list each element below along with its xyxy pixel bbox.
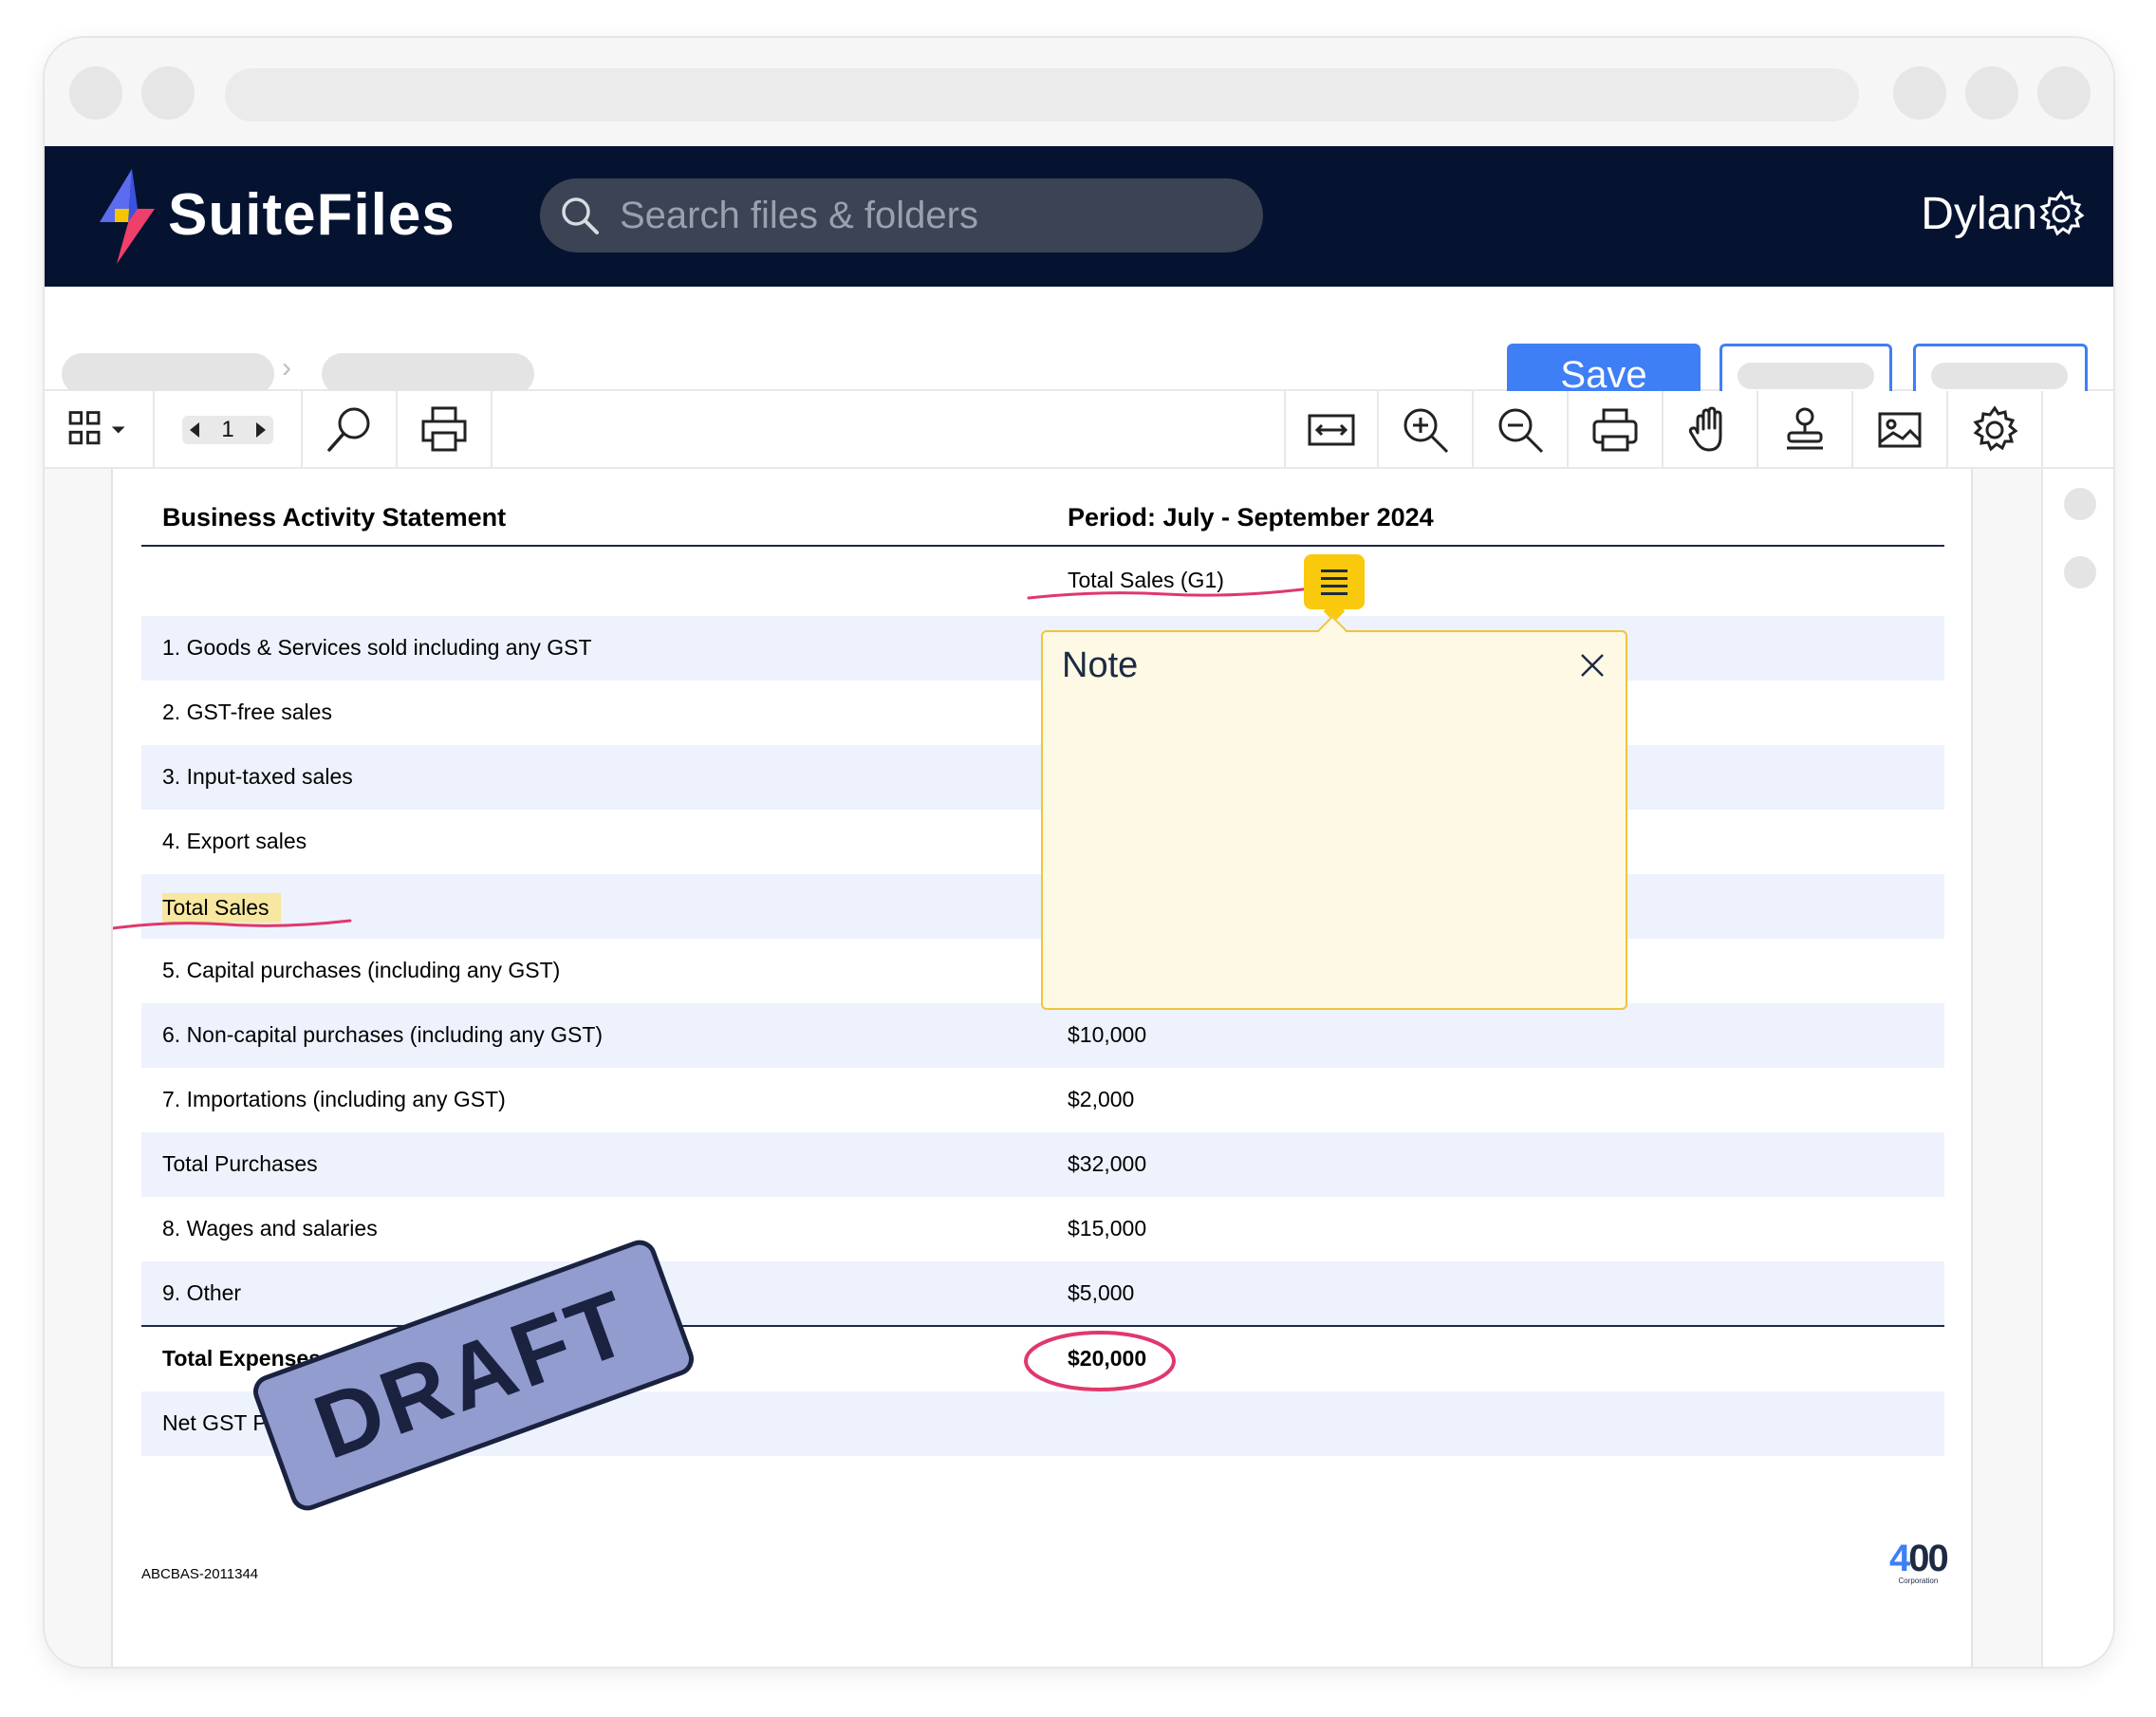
address-bar[interactable] (225, 68, 1859, 121)
row-label: 1. Goods & Services sold including any G… (162, 635, 592, 660)
zoom-out-button[interactable] (1474, 391, 1569, 469)
search-input[interactable]: Search files & folders (620, 195, 978, 237)
viewer-toolbar: 1 (45, 391, 2113, 469)
row-value: $20,000 (1068, 1346, 1147, 1371)
previous-page-icon[interactable] (190, 422, 199, 438)
corporation-logo: 400 Corporation (1889, 1538, 1949, 1585)
fit-width-icon (1308, 414, 1355, 446)
search-bar[interactable]: Search files & folders (540, 178, 1263, 252)
row-label: 4. Export sales (162, 829, 307, 853)
note-title: Note (1062, 645, 1139, 685)
grid-view-icon (68, 411, 125, 445)
search-icon (562, 197, 599, 234)
page-number-input[interactable]: 1 (199, 417, 256, 443)
row-label: 6. Non-capital purchases (including any … (162, 1022, 604, 1047)
viewer-settings-button[interactable] (1948, 391, 2043, 469)
stamp-tool-button[interactable] (1758, 391, 1853, 469)
sidebar-panel-button[interactable] (2064, 556, 2096, 588)
document-viewer[interactable]: Business Activity Statement Period: July… (45, 469, 2113, 1667)
browser-action-dot[interactable] (1893, 66, 1946, 120)
row-label: Total Purchases (162, 1151, 318, 1176)
table-row: 6. Non-capital purchases (including any … (141, 1003, 1944, 1068)
sidebar-panel-button[interactable] (2064, 488, 2096, 520)
table-row: 8. Wages and salaries $15,000 (141, 1197, 1944, 1261)
row-label: 3. Input-taxed sales (162, 764, 353, 789)
browser-chrome (45, 38, 2113, 146)
user-name[interactable]: Dylan (1921, 188, 2037, 240)
pan-tool-button[interactable] (1663, 391, 1758, 469)
row-value: $32,000 (1068, 1151, 1147, 1176)
row-value: $10,000 (1068, 1022, 1147, 1047)
row-value: $15,000 (1068, 1216, 1147, 1241)
suitefiles-logo-icon[interactable] (100, 169, 155, 264)
print-button[interactable] (398, 391, 493, 469)
table-row: Total Purchases $32,000 (141, 1132, 1944, 1197)
hand-icon (1688, 406, 1722, 452)
brand-name: SuiteFiles (168, 182, 455, 248)
row-value: $5,000 (1068, 1280, 1135, 1305)
row-value: $2,000 (1068, 1087, 1135, 1111)
printer-icon (421, 406, 467, 452)
print-button[interactable] (1569, 391, 1663, 469)
row-label: 7. Importations (including any GST) (162, 1087, 506, 1111)
row-label: 5. Capital purchases (including any GST) (162, 958, 561, 982)
gear-icon (1973, 405, 2018, 452)
document-title: Business Activity Statement (162, 503, 507, 532)
table-row: 9. Other $5,000 (141, 1261, 1944, 1326)
document-period: Period: July - September 2024 (1068, 503, 1434, 532)
row-label: 9. Other (162, 1280, 242, 1305)
insert-image-button[interactable] (1853, 391, 1948, 469)
table-row: 7. Importations (including any GST) $2,0… (141, 1068, 1944, 1132)
settings-gear-icon[interactable] (2037, 190, 2085, 237)
search-icon (327, 407, 370, 452)
zoom-in-button[interactable] (1379, 391, 1474, 469)
window-control-dot[interactable] (69, 66, 122, 120)
chevron-right-icon: › (282, 352, 291, 383)
image-icon (1878, 412, 1922, 448)
note-popup[interactable]: Note (1041, 615, 1627, 1010)
fit-width-button[interactable] (1284, 391, 1379, 469)
browser-action-dot[interactable] (2037, 66, 2091, 120)
row-label: 2. GST-free sales (162, 700, 332, 724)
printer-icon (1592, 408, 1638, 452)
search-document-button[interactable] (303, 391, 398, 469)
close-icon[interactable] (1578, 651, 1607, 680)
row-label: 8. Wages and salaries (162, 1216, 378, 1241)
stamp-icon (1787, 407, 1823, 450)
right-sidebar (2041, 469, 2113, 1667)
next-page-icon[interactable] (256, 422, 266, 438)
breadcrumb-item[interactable] (62, 353, 274, 395)
column-header: Total Sales (G1) (1068, 568, 1224, 592)
document-code: ABCBAS-2011344 (141, 1566, 259, 1582)
highlighted-row-label[interactable]: Total Sales (162, 893, 281, 923)
document-page: Business Activity Statement Period: July… (111, 469, 1973, 1667)
zoom-out-icon (1498, 408, 1544, 454)
browser-action-dot[interactable] (1965, 66, 2018, 120)
header-divider (141, 545, 1944, 547)
zoom-in-icon (1403, 408, 1449, 454)
browser-window: SuiteFiles Search files & folders Dylan … (43, 36, 2115, 1669)
app-header: SuiteFiles Search files & folders Dylan (45, 146, 2113, 287)
breadcrumb-item[interactable] (322, 353, 534, 395)
thumbnails-toggle-button[interactable] (45, 391, 155, 469)
page-navigator: 1 (155, 391, 303, 469)
breadcrumb-bar: › Save (45, 287, 2113, 406)
window-control-dot[interactable] (141, 66, 195, 120)
